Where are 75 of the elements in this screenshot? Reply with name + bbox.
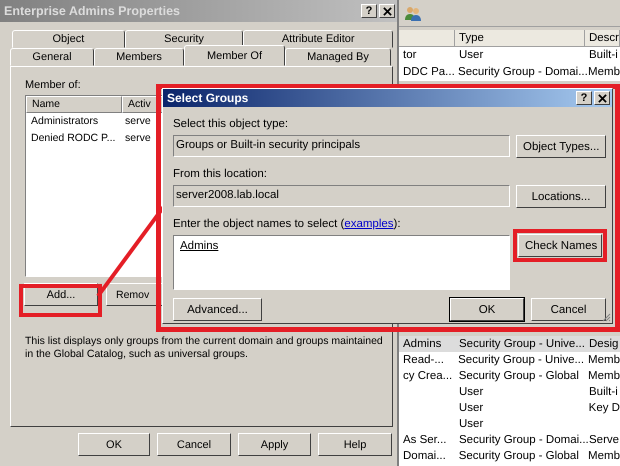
tab[interactable]: Attribute Editor — [243, 30, 393, 48]
list-row[interactable]: Read-... Security Group - Unive... Memb — [399, 352, 620, 368]
tab[interactable]: Managed By — [285, 48, 391, 66]
column-header[interactable]: Name — [26, 96, 122, 113]
list-row[interactable]: tor User Built-i — [399, 47, 620, 64]
list-row[interactable]: As Ser... Security Group - Domai...Serve — [399, 432, 620, 448]
window-title: Select Groups — [167, 91, 248, 105]
tab[interactable]: Object — [12, 30, 125, 48]
object-types-button[interactable]: Object Types... — [516, 135, 606, 158]
table-cell: Read-... — [403, 354, 444, 366]
list-row[interactable]: Domai... Security Group - Global Memb — [399, 448, 620, 464]
users-icon[interactable] — [404, 5, 422, 21]
table-cell: serve — [125, 132, 151, 144]
locations-button[interactable]: Locations... — [516, 185, 606, 208]
table-cell: Built-i — [589, 386, 618, 398]
table-cell: Serve — [589, 434, 620, 446]
help-button[interactable]: ? — [576, 91, 592, 105]
table-cell: cy Crea... — [403, 370, 452, 382]
table-cell: Admins — [403, 338, 442, 350]
examples-link[interactable]: examples — [344, 218, 394, 230]
table-cell: Built-i — [589, 49, 618, 61]
table-cell: Key D — [588, 402, 620, 414]
table-cell: Administrators — [31, 115, 98, 127]
ok-button[interactable]: OK — [450, 298, 524, 321]
tab[interactable]: Member Of — [184, 45, 285, 66]
table-cell: Memb — [588, 66, 620, 78]
table-cell: User — [459, 49, 484, 61]
cancel-button[interactable]: Cancel — [531, 298, 606, 321]
table-cell: Security Group - Global — [458, 370, 579, 382]
object-names-label: Enter the object names to select (examples): — [173, 217, 402, 231]
dialog-button[interactable]: Apply — [238, 433, 311, 456]
table-cell: Memb — [588, 450, 620, 462]
close-icon — [598, 94, 606, 102]
table-cell: Desig — [589, 338, 618, 350]
location-label: From this location: — [173, 167, 268, 181]
tab[interactable]: Security — [124, 30, 244, 48]
object-type-field[interactable]: Groups or Built-in security principals — [173, 135, 510, 157]
tab[interactable]: General — [10, 48, 94, 66]
table-cell: tor — [403, 49, 416, 61]
list-row[interactable]: cy Crea... Security Group - Global Memb — [399, 368, 620, 384]
list-row[interactable]: User Key D — [399, 400, 620, 416]
table-cell: Security Group - Domai... — [459, 434, 589, 446]
table-cell: Security Group - Unive... — [458, 354, 584, 366]
table-cell: Security Group - Domai... — [458, 66, 588, 78]
object-names-field[interactable]: Admins — [173, 235, 510, 290]
dialog-button[interactable]: OK — [78, 433, 150, 456]
table-cell: serve — [125, 115, 151, 127]
list-row[interactable]: DDC Pa... Security Group - Domai...Memb — [399, 64, 620, 81]
note-text: This list displays only groups from the current domain and groups maintained in the Global Catalog, such as universal groups. — [25, 335, 384, 361]
location-field[interactable]: server2008.lab.local — [173, 185, 510, 207]
object-type-label: Select this object type: — [173, 117, 290, 131]
close-button[interactable] — [594, 91, 610, 105]
dialog-button[interactable]: Cancel — [157, 433, 231, 456]
member-of-label: Member of: — [25, 79, 82, 93]
table-cell: Memb — [588, 370, 620, 382]
table-cell: Security Group - Unive... — [459, 338, 585, 350]
table-cell: User — [458, 402, 484, 414]
table-cell: Denied RODC P... — [31, 132, 116, 144]
table-cell: Memb — [588, 354, 620, 366]
list-row[interactable]: User Built-i — [399, 384, 620, 400]
table-cell: Domai... — [403, 450, 446, 462]
resize-grip-icon[interactable] — [601, 312, 611, 322]
close-icon — [382, 6, 392, 16]
dialog-button[interactable]: Help — [318, 433, 392, 456]
check-names-button[interactable]: Check Names — [518, 234, 602, 257]
list-row[interactable]: User — [399, 416, 620, 432]
table-cell: User — [459, 418, 484, 430]
table-cell: As Ser... — [403, 434, 446, 446]
table-cell: Security Group - Global — [458, 450, 579, 462]
table-cell: User — [459, 386, 484, 398]
list-row[interactable]: Admins Security Group - Unive... Desig — [399, 336, 620, 352]
table-cell: DDC Pa... — [403, 66, 454, 78]
advanced-button[interactable]: Advanced... — [173, 298, 262, 321]
window-title: Enterprise Admins Properties — [4, 4, 180, 18]
tab[interactable]: Members — [94, 48, 184, 66]
